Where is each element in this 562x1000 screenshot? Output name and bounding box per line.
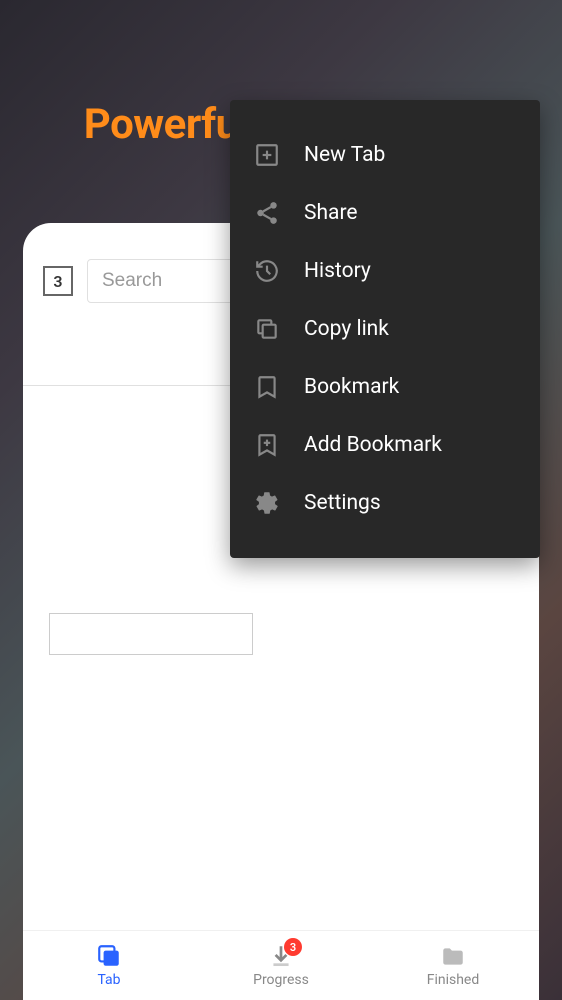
nav-item-progress[interactable]: 3 Progress xyxy=(195,931,367,1000)
menu-item-add-bookmark[interactable]: Add Bookmark xyxy=(230,416,540,474)
menu-item-history[interactable]: History xyxy=(230,242,540,300)
nav-item-tab[interactable]: Tab xyxy=(23,931,195,1000)
nav-label: Progress xyxy=(253,972,309,988)
add-bookmark-icon xyxy=(254,432,280,458)
nav-label: Finished xyxy=(427,972,480,988)
bottom-nav: Tab 3 Progress Finished xyxy=(23,930,539,1000)
menu-item-share[interactable]: Share xyxy=(230,184,540,242)
bookmark-icon xyxy=(254,374,280,400)
menu-label: History xyxy=(304,259,371,283)
progress-badge: 3 xyxy=(284,938,302,956)
menu-label: Add Bookmark xyxy=(304,433,442,457)
tab-icon xyxy=(96,943,122,969)
menu-item-settings[interactable]: Settings xyxy=(230,474,540,532)
tab-count-value: 3 xyxy=(53,272,62,291)
nav-label: Tab xyxy=(97,972,120,988)
menu-label: Share xyxy=(304,201,358,225)
menu-label: New Tab xyxy=(304,143,385,167)
history-icon xyxy=(254,258,280,284)
nav-item-finished[interactable]: Finished xyxy=(367,931,539,1000)
tab-count-button[interactable]: 3 xyxy=(43,266,73,296)
dropdown-menu: New Tab Share History Copy link xyxy=(230,100,540,558)
menu-item-bookmark[interactable]: Bookmark xyxy=(230,358,540,416)
folder-icon xyxy=(440,943,466,969)
menu-label: Settings xyxy=(304,491,381,515)
menu-label: Bookmark xyxy=(304,375,399,399)
headline-word-1: Powerful xyxy=(84,100,249,149)
download-icon: 3 xyxy=(268,943,294,969)
copy-icon xyxy=(254,316,280,342)
menu-label: Copy link xyxy=(304,317,389,341)
share-icon xyxy=(254,200,280,226)
content-input-box[interactable] xyxy=(49,613,253,655)
menu-item-new-tab[interactable]: New Tab xyxy=(230,126,540,184)
settings-icon xyxy=(254,490,280,516)
menu-item-copy-link[interactable]: Copy link xyxy=(230,300,540,358)
new-tab-icon xyxy=(254,142,280,168)
